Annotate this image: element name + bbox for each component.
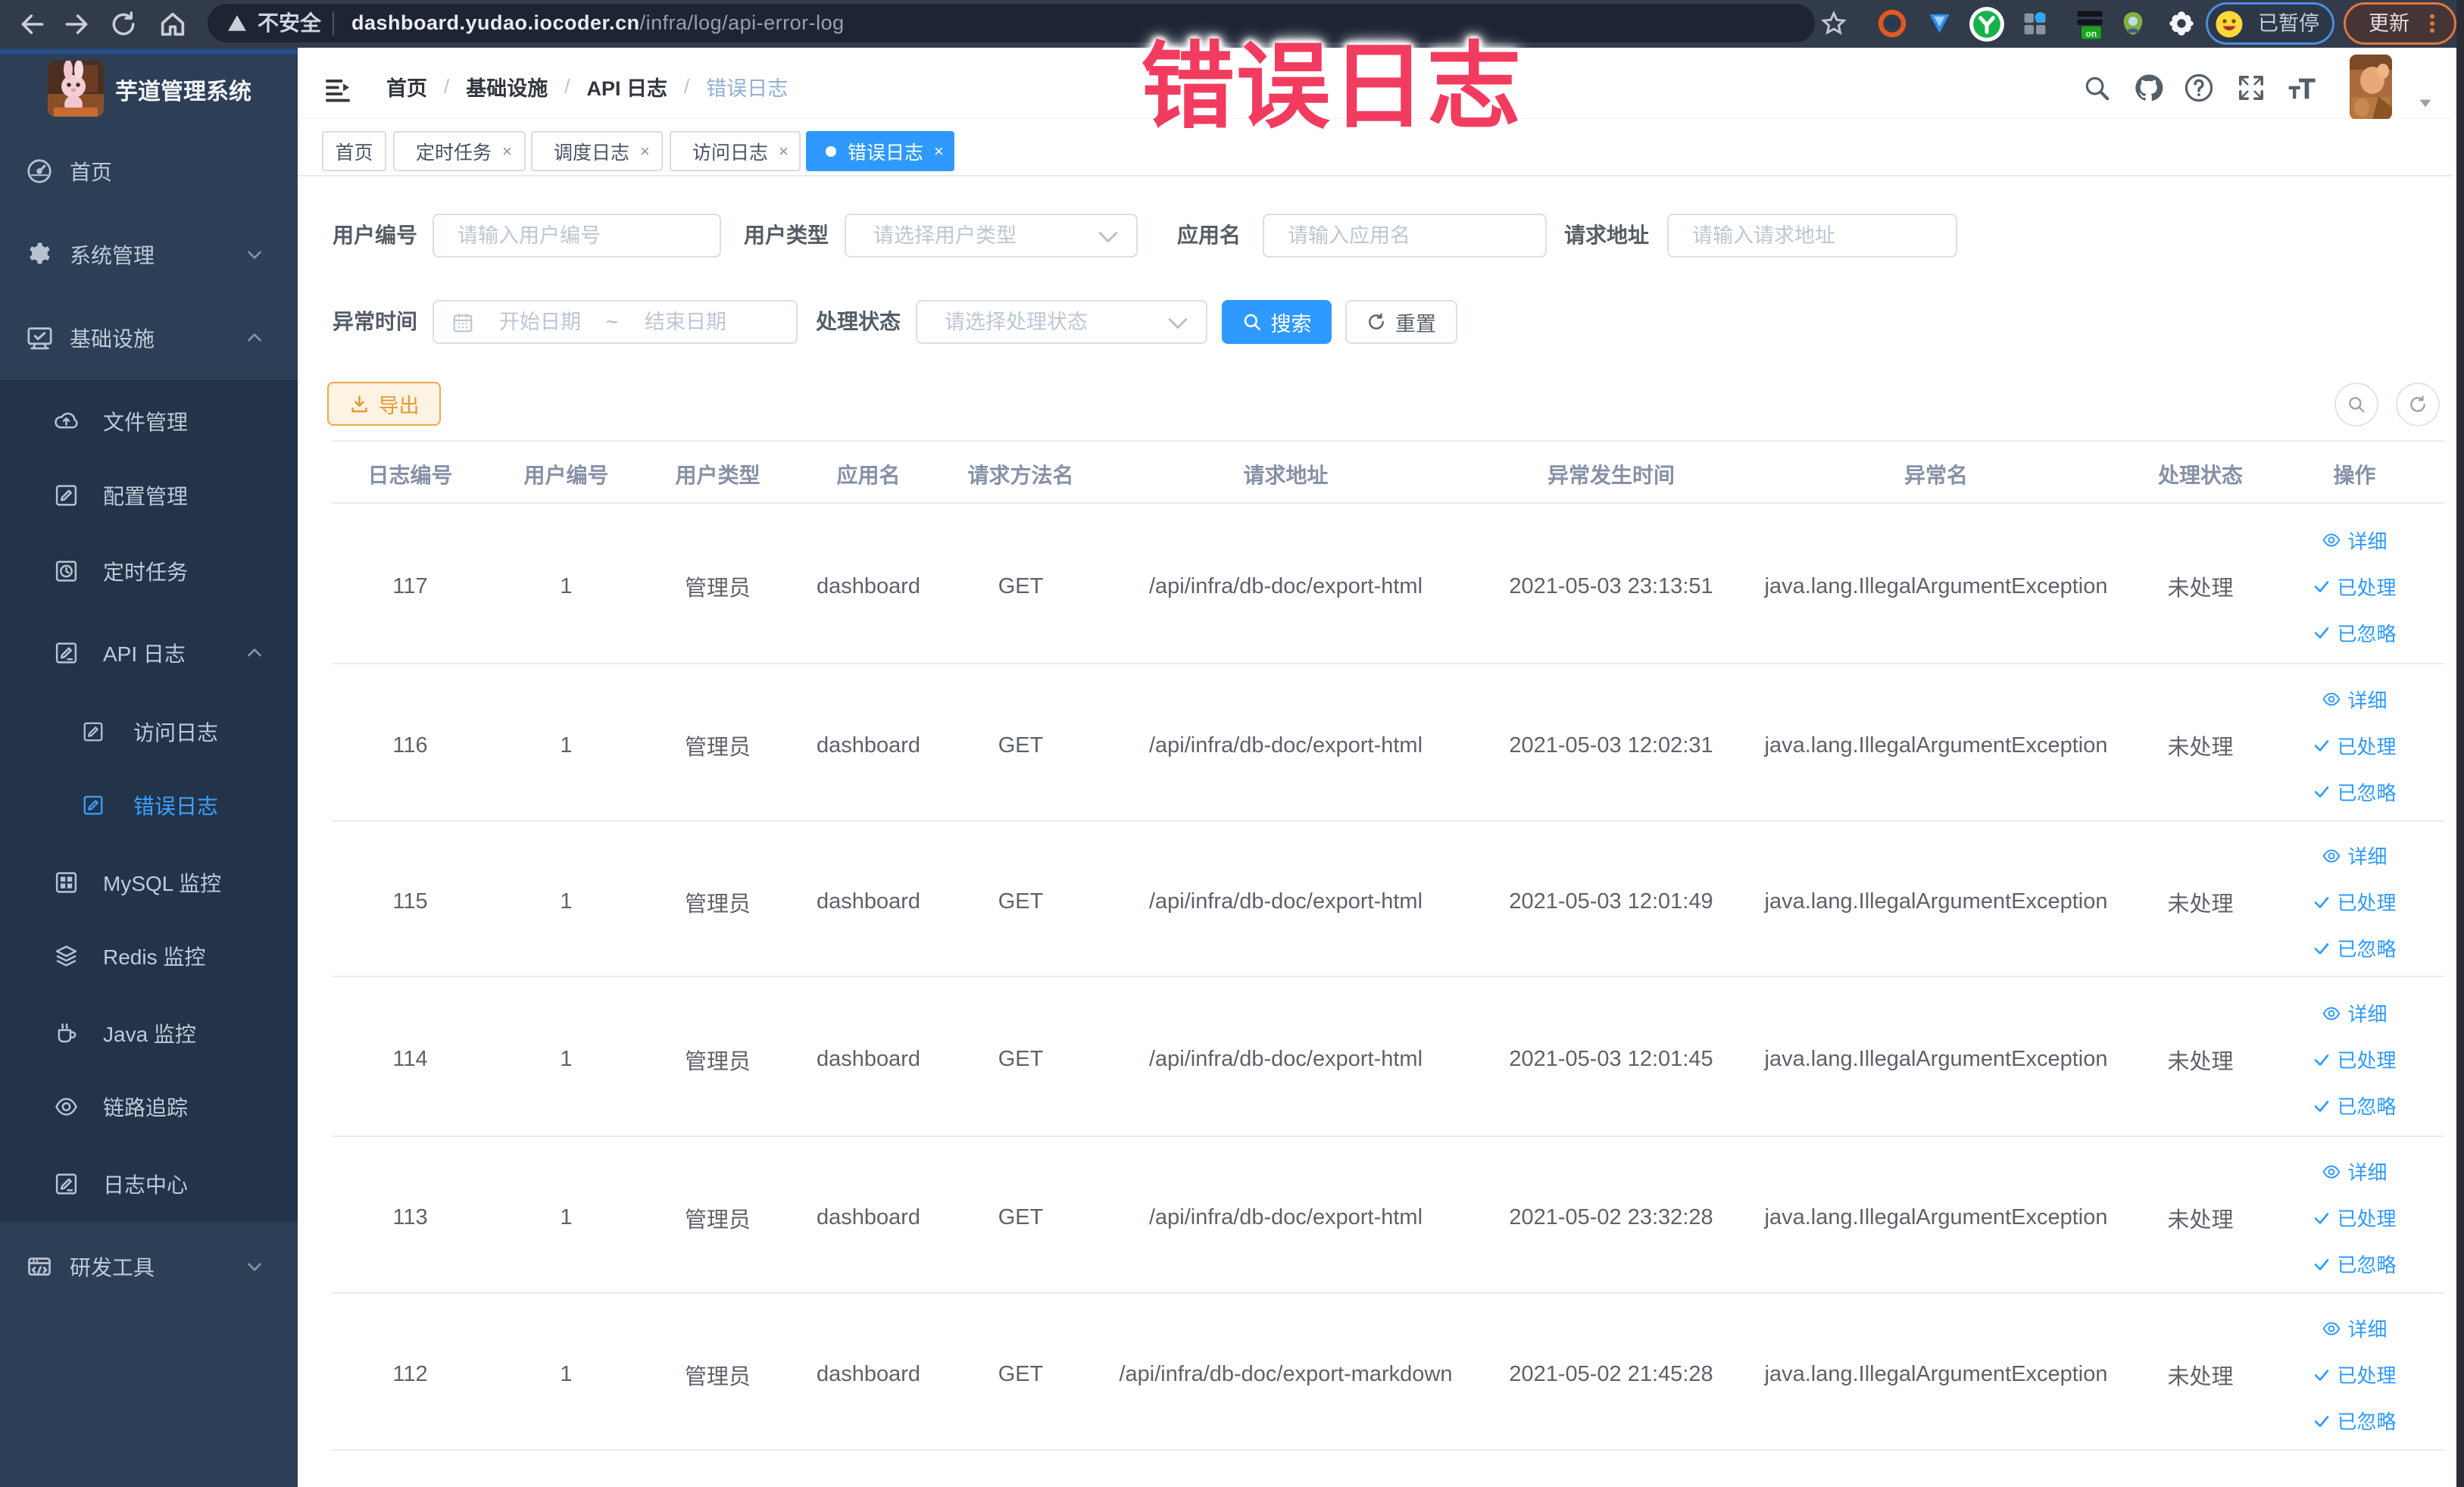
svg-text:on: on — [2086, 29, 2097, 39]
